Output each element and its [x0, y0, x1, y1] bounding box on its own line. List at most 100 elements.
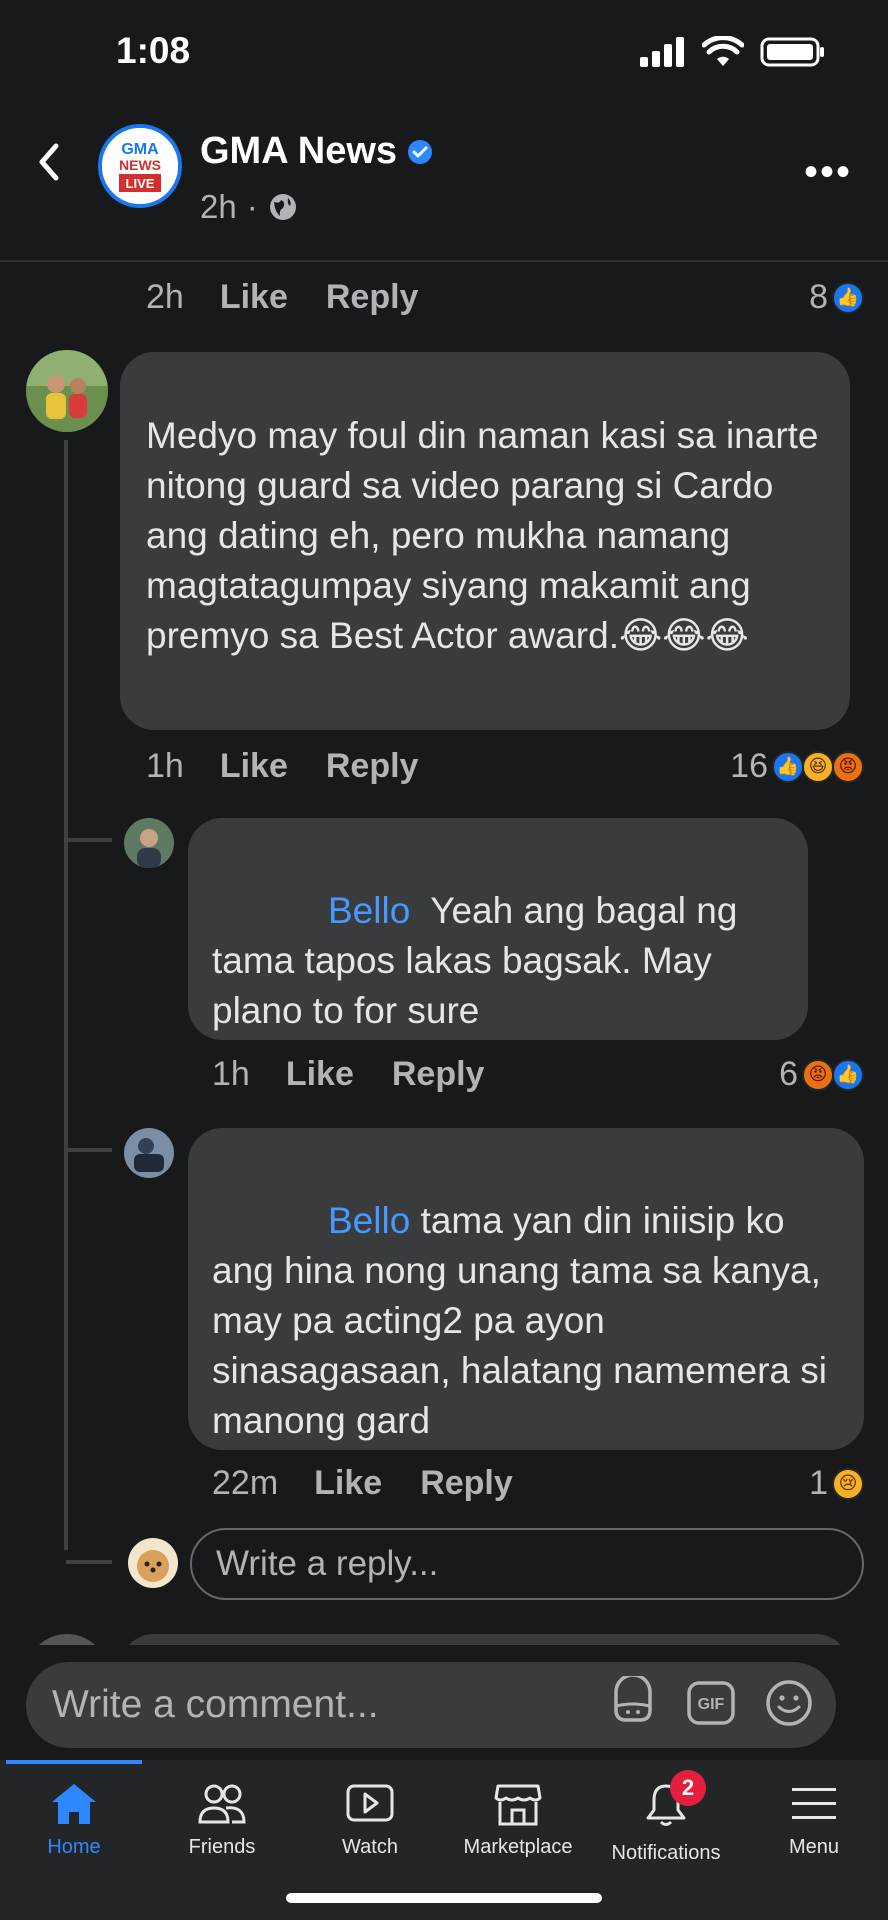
nav-label: Notifications	[611, 1842, 721, 1864]
reply-bubble[interactable]: Bello tama yan din iniisip ko ang hina n…	[188, 1128, 864, 1450]
reply-button[interactable]: Reply	[420, 1464, 513, 1503]
status-icons	[640, 36, 826, 68]
gma-logo: GMA NEWS LIVE	[102, 128, 178, 204]
wifi-icon	[702, 36, 744, 66]
sad-reaction-icon: 😢	[832, 1467, 864, 1500]
thread-line	[64, 440, 68, 1550]
like-button[interactable]: Like	[220, 278, 288, 317]
comment-placeholder: Write a comment...	[52, 1683, 379, 1726]
reaction-count: 16	[730, 747, 768, 785]
mention-link[interactable]: Bello	[328, 890, 410, 931]
page-title[interactable]: GMA News	[200, 130, 433, 173]
nav-label: Home	[47, 1836, 101, 1858]
marketplace-icon	[494, 1784, 542, 1826]
reply-text: tama yan din iniisip ko ang hina nong un…	[212, 1200, 827, 1441]
comment-text: Medyo may foul din naman kasi sa inarte …	[146, 415, 819, 656]
reply-button[interactable]: Reply	[392, 1055, 485, 1094]
sticker-icon[interactable]	[606, 1676, 660, 1730]
like-button[interactable]: Like	[286, 1055, 354, 1094]
header-divider	[0, 260, 888, 262]
reaction-summary-0[interactable]: 8 👍	[809, 278, 864, 317]
avatar-photo	[124, 818, 174, 868]
home-indicator	[286, 1893, 602, 1903]
avatar-photo	[26, 350, 108, 432]
menu-icon	[792, 1788, 836, 1819]
commenter-avatar[interactable]	[26, 350, 108, 432]
nav-label: Friends	[188, 1836, 256, 1858]
notifications-icon-wrap: 2	[640, 1770, 706, 1834]
reply-actions-0: 1h Like Reply	[212, 1055, 522, 1094]
nav-menu[interactable]: Menu	[740, 1780, 888, 1859]
svg-text:GMA: GMA	[121, 141, 159, 158]
reaction-summary-2[interactable]: 6 😡 👍	[779, 1055, 864, 1094]
svg-text:GIF: GIF	[698, 1696, 725, 1713]
comment-time: 2h	[146, 278, 184, 316]
status-time: 1:08	[116, 30, 191, 71]
like-button[interactable]: Like	[220, 747, 288, 786]
like-button[interactable]: Like	[314, 1464, 382, 1503]
avatar-photo	[128, 1538, 178, 1588]
mention-link[interactable]: Bello	[328, 1200, 410, 1241]
comment-time: 1h	[146, 747, 184, 785]
emoji-icon[interactable]	[762, 1676, 816, 1730]
nav-marketplace[interactable]: Marketplace	[444, 1780, 592, 1859]
comment-actions-0: 2h Like Reply	[146, 278, 456, 317]
reply-connector	[66, 1560, 112, 1564]
svg-text:LIVE: LIVE	[126, 176, 155, 191]
globe-icon	[269, 194, 296, 220]
home-icon	[52, 1784, 96, 1824]
back-button[interactable]	[34, 140, 62, 189]
verified-badge-icon	[408, 139, 433, 164]
reaction-count: 1	[809, 1464, 828, 1502]
reply-button[interactable]: Reply	[326, 278, 419, 317]
reply-connector	[66, 1148, 112, 1152]
avatar-photo	[124, 1128, 174, 1178]
page-name[interactable]: GMA News	[200, 130, 397, 173]
reply-connector	[66, 838, 112, 842]
svg-text:NEWS: NEWS	[119, 157, 161, 173]
like-reaction-icon: 👍	[832, 281, 864, 314]
reply-time: 1h	[212, 1055, 250, 1093]
reply-actions-1: 22m Like Reply	[212, 1464, 551, 1503]
comment-input[interactable]: Write a comment... GIF	[26, 1662, 836, 1748]
comment-bubble[interactable]: Medyo may foul din naman kasi sa inarte …	[120, 352, 850, 730]
composer-icons: GIF	[606, 1676, 816, 1730]
nav-notifications[interactable]: 2 Notifications	[592, 1770, 740, 1865]
reaction-count: 8	[809, 278, 828, 316]
notification-badge: 2	[670, 1770, 706, 1806]
angry-reaction-icon: 😡	[832, 750, 864, 783]
comment-actions-1: 1h Like Reply	[146, 747, 456, 786]
gif-icon[interactable]: GIF	[684, 1676, 738, 1730]
post-meta: 2h ·	[200, 188, 298, 226]
reaction-summary-3[interactable]: 1 😢	[809, 1464, 864, 1503]
nav-home[interactable]: Home	[0, 1780, 148, 1859]
battery-icon	[760, 37, 824, 67]
active-tab-indicator	[6, 1760, 142, 1764]
page-avatar[interactable]: GMA NEWS LIVE	[98, 124, 182, 208]
reply-text: Yeah ang bagal ng tama tapos lakas bagsa…	[212, 890, 738, 1031]
haha-reaction-icon: 😆	[802, 750, 834, 783]
current-user-avatar	[128, 1538, 178, 1588]
nav-watch[interactable]: Watch	[296, 1780, 444, 1859]
reaction-count: 6	[779, 1055, 798, 1093]
reply-button[interactable]: Reply	[326, 747, 419, 786]
nav-label: Marketplace	[463, 1836, 573, 1858]
signal-icon	[640, 37, 684, 67]
post-time: 2h	[200, 188, 237, 225]
reply-time: 22m	[212, 1464, 279, 1502]
like-reaction-icon: 👍	[832, 1058, 864, 1091]
nav-label: Menu	[788, 1836, 840, 1858]
more-options-button[interactable]: •••	[804, 150, 852, 195]
nav-label: Watch	[342, 1836, 398, 1858]
meta-separator: ·	[246, 188, 258, 225]
reply-bubble[interactable]: Bello Yeah ang bagal ng tama tapos lakas…	[188, 818, 808, 1040]
reply-avatar[interactable]	[124, 1128, 174, 1178]
angry-reaction-icon: 😡	[802, 1058, 834, 1091]
like-reaction-icon: 👍	[772, 750, 804, 783]
chevron-left-icon	[39, 143, 59, 181]
nav-friends[interactable]: Friends	[148, 1780, 296, 1859]
reaction-summary-1[interactable]: 16 👍 😆 😡	[730, 747, 864, 786]
reply-input[interactable]: Write a reply...	[190, 1528, 864, 1600]
reply-avatar[interactable]	[124, 818, 174, 868]
friends-icon	[198, 1784, 246, 1824]
